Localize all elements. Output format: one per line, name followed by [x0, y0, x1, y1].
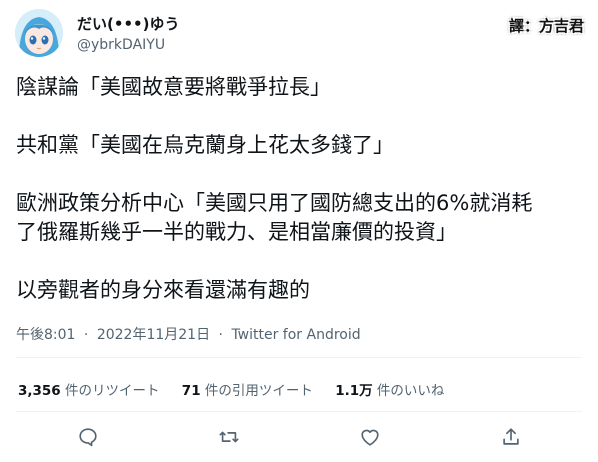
- quotes-count: 71: [181, 383, 201, 399]
- divider: [16, 411, 582, 412]
- share-button[interactable]: [498, 424, 524, 450]
- likes-label: 件のいいね: [376, 383, 445, 399]
- avatar[interactable]: [15, 9, 63, 57]
- tweet-line: 以旁觀者的身分來看還滿有趣的: [16, 278, 310, 302]
- reply-icon: [79, 428, 97, 447]
- retweet-icon: [219, 431, 239, 443]
- tweet-source[interactable]: Twitter for Android: [231, 327, 360, 343]
- likes-stat[interactable]: 1.1万 件のいいね: [335, 383, 444, 399]
- quotes-stat[interactable]: 71 件の引用ツイート: [182, 383, 313, 399]
- divider: [16, 357, 582, 358]
- retweets-label: 件のリツイート: [65, 383, 160, 399]
- retweet-button[interactable]: [216, 424, 242, 450]
- tweet-time[interactable]: 午後8:01: [16, 327, 75, 343]
- display-name[interactable]: だい(•••)ゆう: [77, 13, 179, 34]
- tweet-line: 了俄羅斯幾乎一半的戰力、是相當廉價的投資」: [16, 220, 457, 244]
- quotes-label: 件の引用ツイート: [204, 383, 313, 399]
- meta-separator: ·: [83, 327, 89, 343]
- retweets-count: 3,356: [18, 383, 61, 399]
- tweet-line: 陰謀論「美國故意要將戰爭拉長」: [16, 75, 331, 99]
- tweet-text: 陰謀論「美國故意要將戰爭拉長」 共和黨「美國在烏克蘭身上花太多錢了」 歐洲政策分…: [16, 73, 586, 305]
- reply-button[interactable]: [75, 424, 101, 450]
- tweet-date[interactable]: 2022年11月21日: [97, 327, 210, 343]
- meta-separator: ·: [218, 327, 223, 343]
- tweet-line: 共和黨「美國在烏克蘭身上花太多錢了」: [16, 133, 394, 157]
- tweet-line: 歐洲政策分析中心「美國只用了國防總支出的6%就消耗: [16, 191, 533, 215]
- user-handle[interactable]: @ybrkDAIYU: [77, 37, 165, 53]
- tweet-stats: 3,356 件のリツイート 71 件の引用ツイート 1.1万 件のいいね: [18, 379, 462, 399]
- likes-count: 1.1万: [335, 383, 373, 399]
- tweet-meta: 午後8:01 · 2022年11月21日 · Twitter for Andro…: [16, 324, 361, 344]
- translator-credit: 譯：方吉君: [508, 17, 584, 35]
- like-button[interactable]: [357, 424, 383, 450]
- share-icon: [503, 428, 519, 445]
- like-icon: [361, 429, 379, 446]
- retweets-stat[interactable]: 3,356 件のリツイート: [18, 383, 160, 399]
- avatar-image: [15, 9, 63, 57]
